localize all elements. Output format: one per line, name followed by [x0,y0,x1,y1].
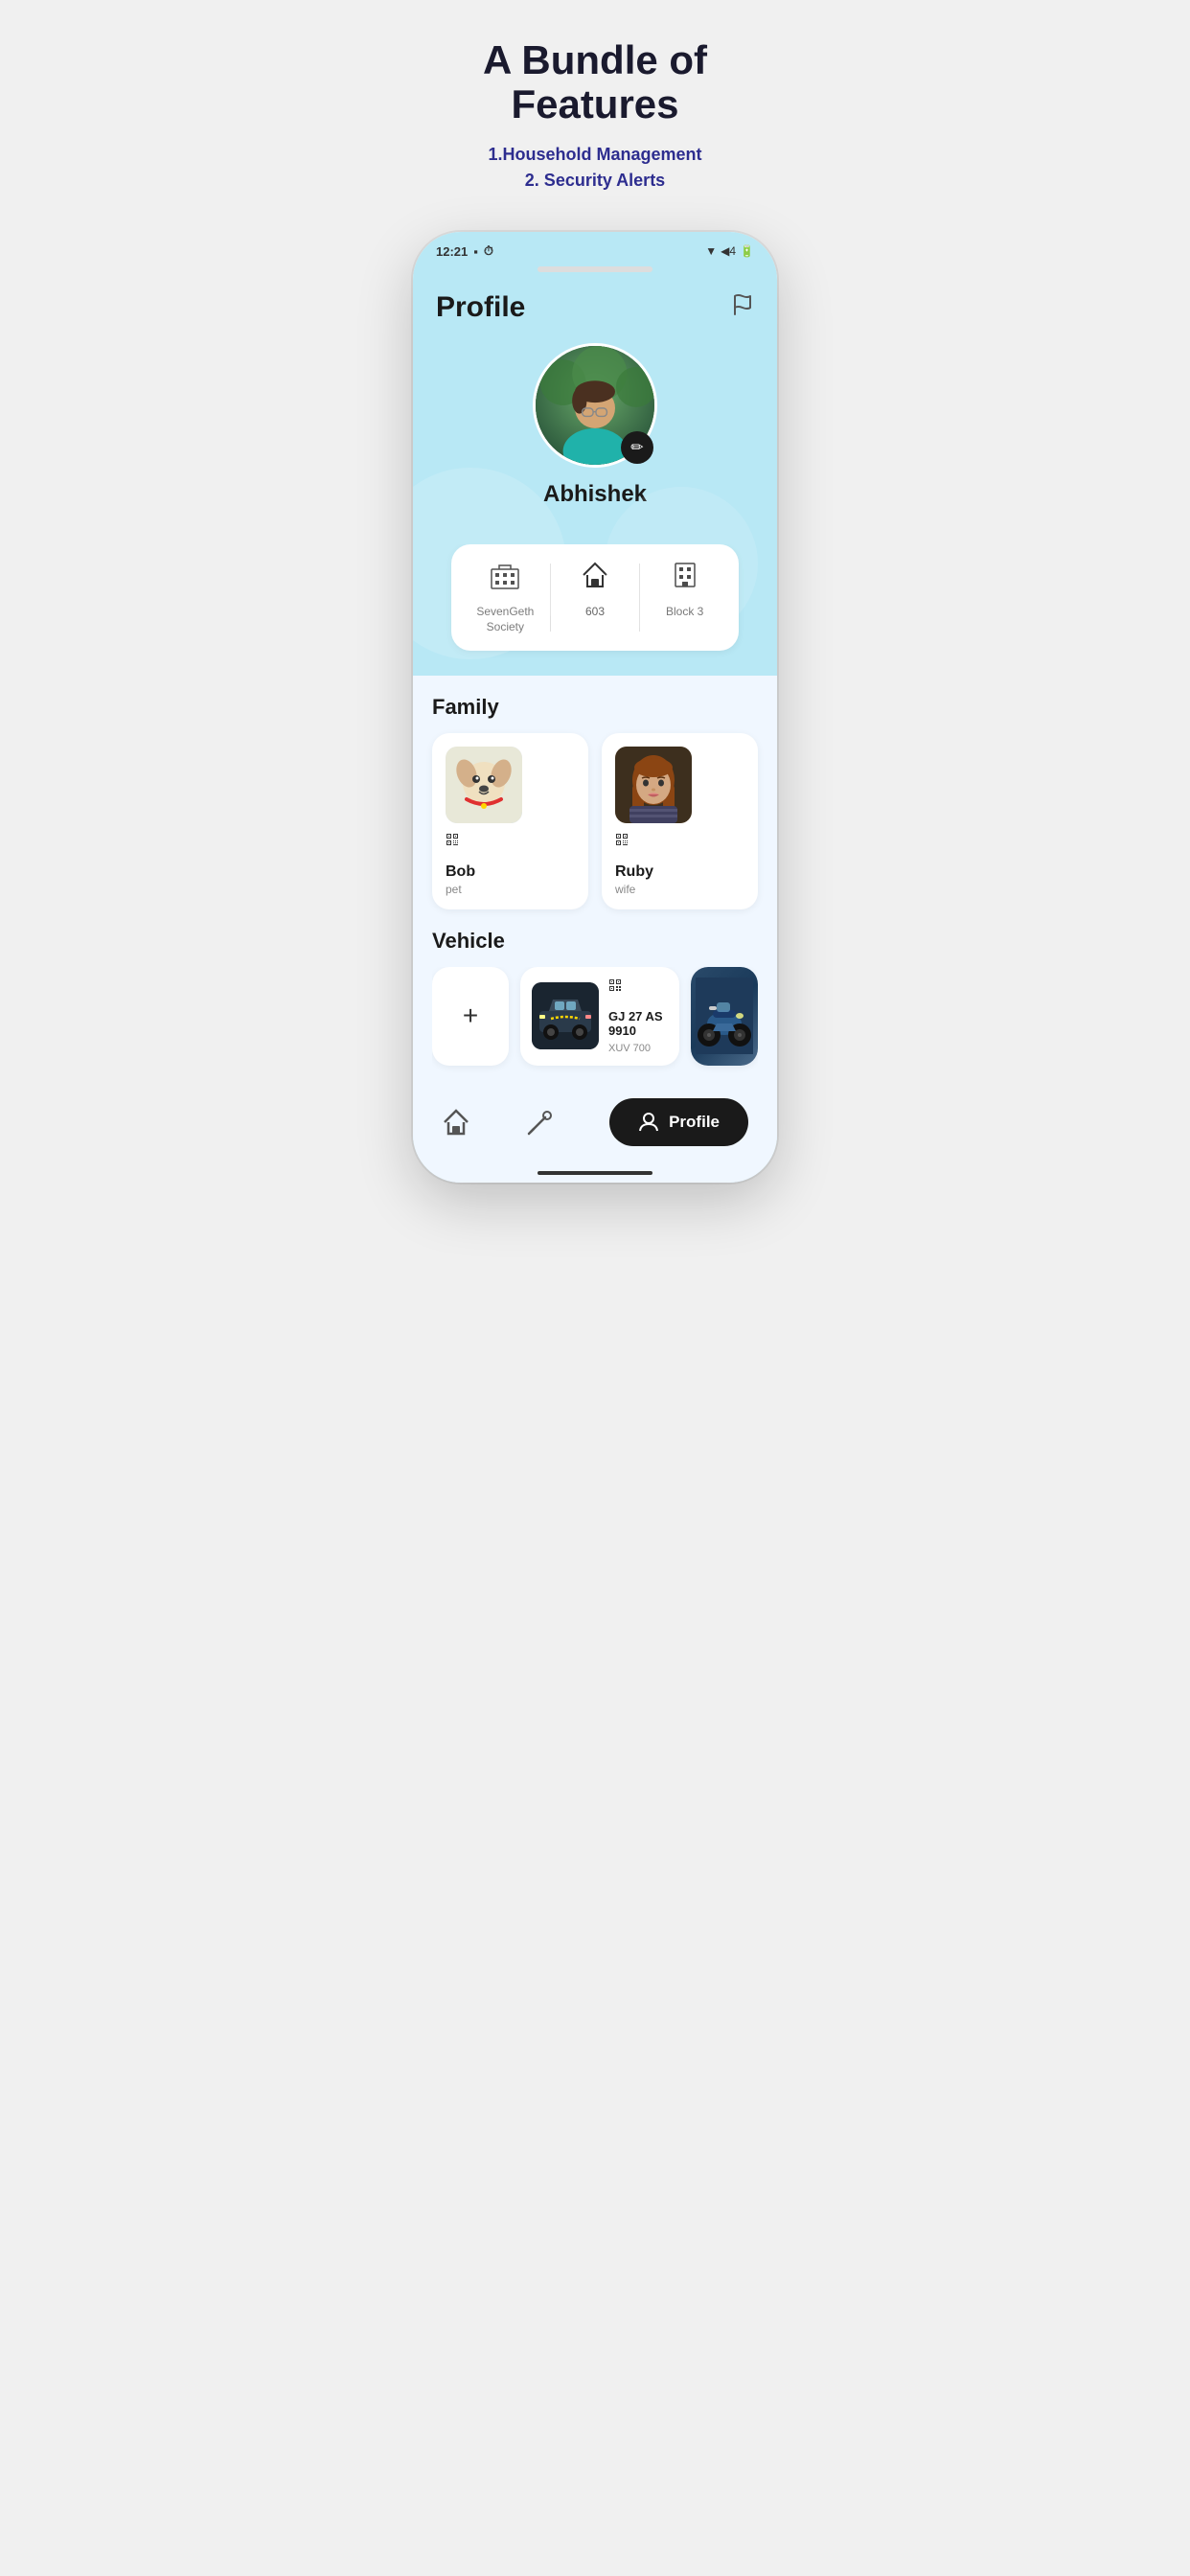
nav-profile-button[interactable]: Profile [609,1098,748,1146]
avatar-wrapper: ✏ [533,343,657,468]
vehicle-info: GJ 27 AS9910 XUV 700 [608,978,663,1054]
nav-bar [538,1171,652,1175]
dog-image [446,747,522,823]
home-icon [442,1108,470,1137]
vehicle-title: Vehicle [432,929,758,954]
app-content: Profile [413,276,777,1182]
vehicle-card-car[interactable]: GJ 27 AS9910 XUV 700 [520,967,679,1066]
scooter-image [691,967,758,1066]
ruby-role: wife [615,883,653,896]
app-header: Profile [413,276,777,334]
status-bar: 12:21 ▪ ⏱ ▼ ◀4 🔋 [413,232,777,266]
unit-label: 603 [585,605,605,620]
bob-role: pet [446,883,475,896]
status-time: 12:21 ▪ ⏱ [436,243,493,259]
status-icons: ▼ ◀4 🔋 [705,244,754,258]
bottom-nav: Profile [413,1085,777,1165]
car-image [532,982,599,1049]
notch-area [413,266,777,276]
nav-indicator [413,1165,777,1183]
wave-deco2 [605,487,758,640]
tools-icon [526,1108,555,1137]
bob-photo [446,747,522,823]
page-wrapper: A Bundle of Features 1.Household Managem… [397,38,793,1183]
vehicle-row: + [432,967,758,1085]
edit-icon: ✏ [630,438,643,457]
notch [538,266,652,272]
family-card-ruby[interactable]: Ruby wife [602,733,758,909]
phone-shell: 12:21 ▪ ⏱ ▼ ◀4 🔋 Profile [413,232,777,1182]
nav-tools-button[interactable] [526,1108,555,1137]
main-title: A Bundle of Features [397,38,793,126]
ruby-name: Ruby [615,863,653,881]
flag-icon[interactable] [731,293,754,322]
woman-image [615,747,692,823]
profile-nav-icon [638,1112,659,1133]
car-qr-icon [608,978,663,1005]
car-model: XUV 700 [608,1043,663,1054]
family-card-bob[interactable]: Bob pet [432,733,588,909]
subtitle: 1.Household Management 2. Security Alert… [397,142,793,194]
subtitle-line1: 1.Household Management [488,145,701,164]
avatar-section: ✏ Abhishek [413,334,777,544]
subtitle-line2: 2. Security Alerts [525,171,665,190]
nav-profile-label: Profile [669,1113,720,1132]
white-section: Family [413,676,777,1085]
car-plate: GJ 27 AS9910 [608,1009,663,1039]
add-vehicle-button[interactable]: + [432,967,509,1066]
nav-home-button[interactable] [442,1108,470,1137]
ruby-qr-icon [615,833,653,862]
ruby-photo [615,747,692,823]
app-title: Profile [436,291,525,324]
bob-qr-icon [446,833,475,862]
family-title: Family [432,695,758,720]
header-section: A Bundle of Features 1.Household Managem… [397,38,793,194]
car-photo [532,982,599,1049]
family-grid: Bob pet [432,733,758,909]
bob-name: Bob [446,863,475,881]
vehicle-card-scooter[interactable] [691,967,758,1066]
plus-icon: + [463,1000,478,1031]
